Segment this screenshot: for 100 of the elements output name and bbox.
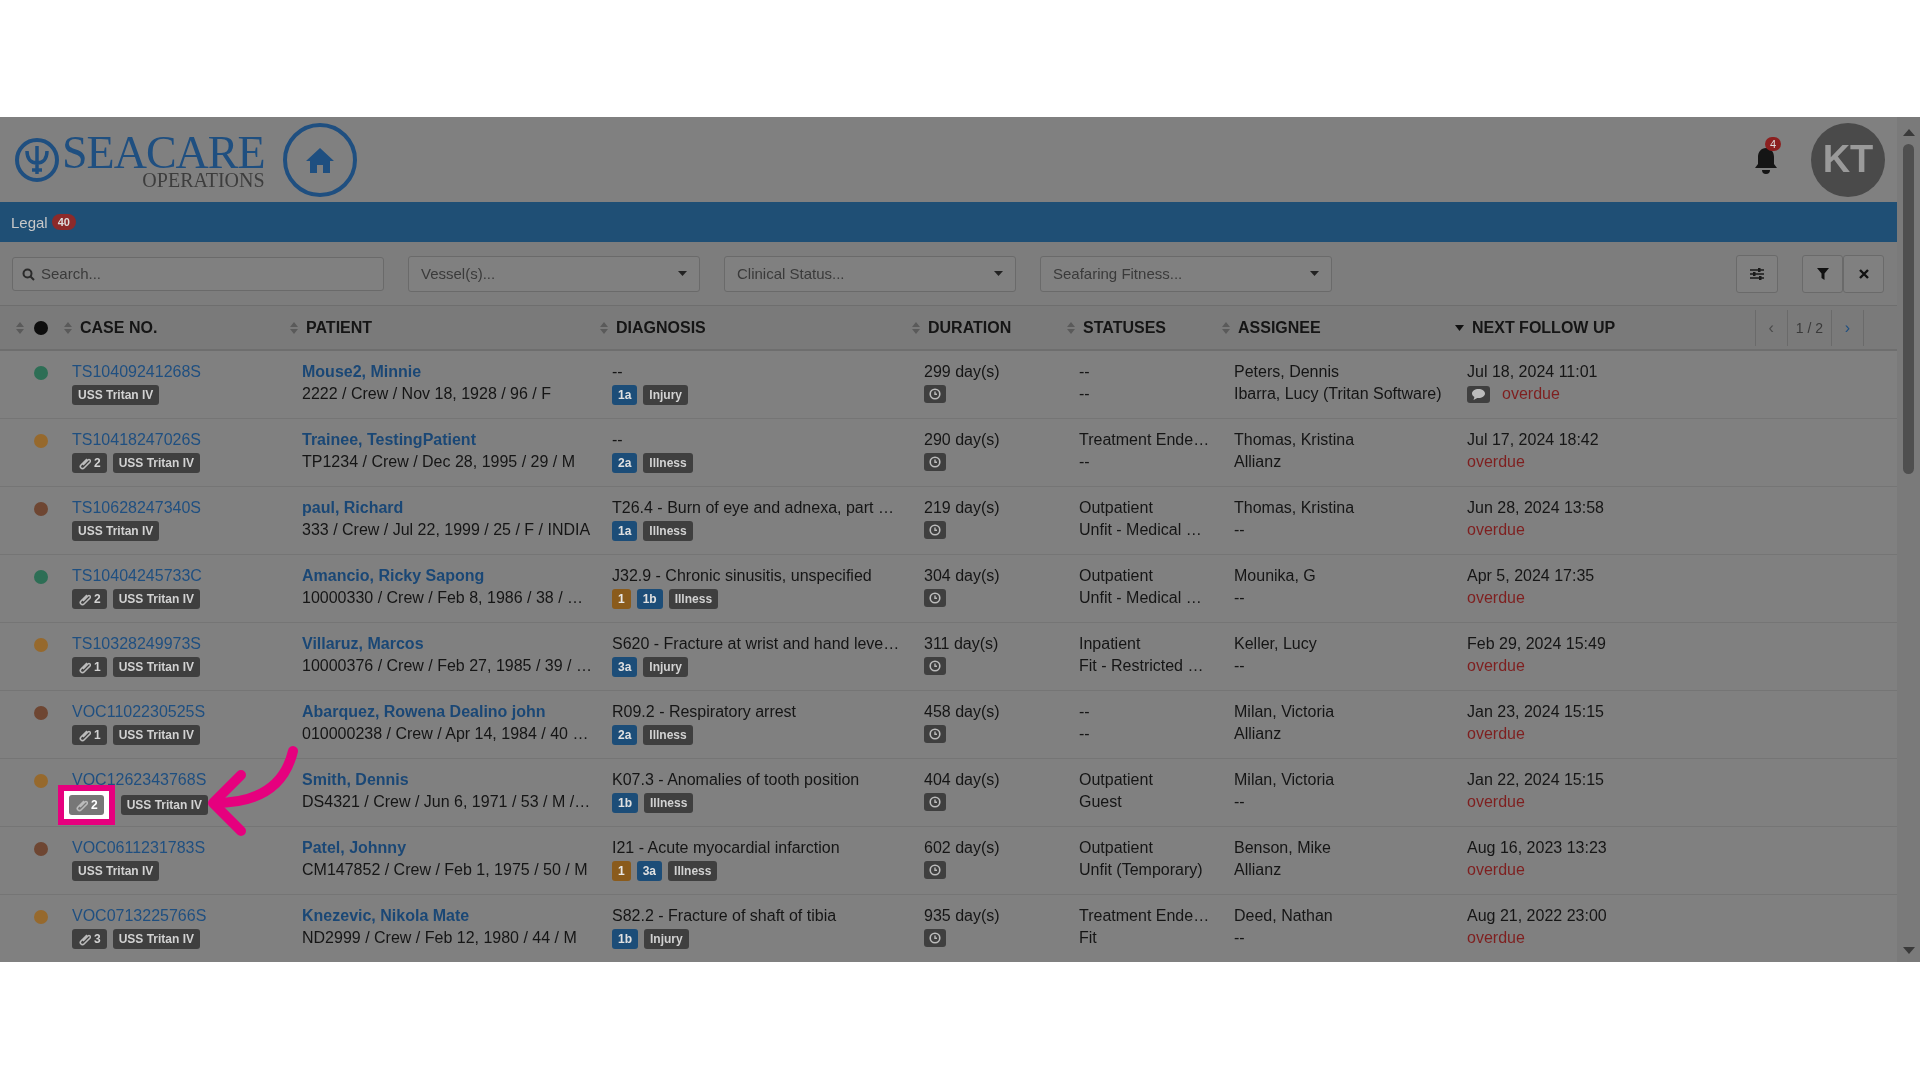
history-button[interactable] [924,793,946,811]
column-settings-button[interactable] [1736,254,1778,293]
paperclip-icon [75,798,88,812]
follow-up-date: Jun 28, 2024 13:58 [1467,499,1604,517]
clock-icon [929,524,941,536]
clinical-status: -- [1079,703,1090,721]
patient-name-link[interactable]: paul, Richard [302,499,404,517]
nav-link[interactable]: Legal [11,213,48,231]
diagnosis-text: J32.9 - Chronic sinusitis, unspecified [612,567,872,585]
history-button[interactable] [924,385,946,403]
patient-name-link[interactable]: Knezevic, Nikola Mate [302,907,470,925]
caret-icon [678,271,687,276]
category-tag: Injury [644,929,689,949]
attachment-count-badge[interactable]: 2 [72,453,107,473]
patient-name-link[interactable]: Mouse2, Minnie [302,363,422,381]
scrollbar[interactable] [1897,117,1920,962]
filter-dropdown[interactable]: Seafaring Fitness... [1040,255,1332,292]
overdue-label: overdue [1467,521,1525,539]
filter-dropdown[interactable]: Clinical Status... [724,255,1016,292]
attachment-count-badge[interactable]: 1 [72,725,107,745]
patient-name-link[interactable]: Amancio, Ricky Sapong [302,567,485,585]
case-number-link[interactable]: TS10404245733C [72,567,202,585]
follow-up-date: Aug 21, 2022 23:00 [1467,907,1607,925]
search-field[interactable]: Search... [12,256,384,291]
category-tag: Illness [643,521,693,541]
attachment-count-badge[interactable]: 3 [72,929,107,949]
history-button[interactable] [924,521,946,539]
comment-button[interactable] [1467,385,1490,403]
attachment-count-badge[interactable]: 1 [72,657,107,677]
assignee-name: Keller, Lucy [1234,635,1317,653]
clinical-status: Outpatient [1079,499,1153,517]
patient-name-link[interactable]: Trainee, TestingPatient [302,431,476,449]
clock-icon [929,660,941,672]
fitness-status: -- [1079,725,1090,743]
assignee-company: Allianz [1234,725,1282,743]
history-button[interactable] [924,657,946,675]
assignee-company: -- [1234,589,1245,607]
previous-page-button[interactable]: ‹ [1755,309,1788,346]
duration-text: 219 day(s) [924,499,1000,517]
patient-name-link[interactable]: Villaruz, Marcos [302,635,424,653]
column-header[interactable]: PATIENT [306,318,373,337]
column-header[interactable]: DIAGNOSIS [616,318,706,337]
column-header[interactable]: CASE NO. [80,318,158,337]
column-header[interactable]: DURATION [928,318,1012,337]
history-button[interactable] [924,929,946,947]
attachment-count-badge[interactable]: 2 [69,795,104,815]
caret-icon [994,271,1003,276]
case-number-link[interactable]: VOC1262343768S [72,771,207,789]
case-number-link[interactable]: TS10418247026S [72,431,201,449]
patient-details: 10000330 / Crew / Feb 8, 1986 / 38 / … [302,589,584,607]
follow-up-date: Feb 29, 2024 15:49 [1467,635,1606,653]
follow-up-date: Aug 16, 2023 13:23 [1467,839,1607,857]
history-button[interactable] [924,453,946,471]
attachment-count: 2 [91,798,98,812]
paperclip-icon [78,660,91,674]
fitness-status: -- [1079,453,1090,471]
paperclip-icon [78,592,91,606]
assignee-name: Thomas, Kristina [1234,431,1355,449]
filter-button[interactable] [1802,254,1843,293]
case-number-link[interactable]: TS10628247340S [72,499,201,517]
overdue-label: overdue [1467,861,1525,879]
case-number-link[interactable]: VOC1102230525S [72,703,206,721]
sort-icon [16,321,24,334]
clear-filters-button[interactable] [1843,254,1884,293]
diagnosis-text: -- [612,431,623,449]
patient-details: 10000376 / Crew / Feb 27, 1985 / 39 / … [302,657,592,675]
column-header[interactable]: NEXT FOLLOW UP [1472,318,1616,337]
case-number-link[interactable]: TS10328249973S [72,635,201,653]
overdue-label: overdue [1467,929,1525,947]
vessel-tag: USS Tritan IV [112,725,201,745]
paperclip-icon [78,456,91,470]
next-page-button[interactable]: › [1832,309,1864,346]
patient-name-link[interactable]: Patel, Johnny [302,839,407,857]
assignee-name: Deed, Nathan [1234,907,1333,925]
history-button[interactable] [924,861,946,879]
column-header[interactable]: ASSIGNEE [1238,318,1321,337]
clock-icon [929,796,941,808]
filter-dropdown[interactable]: Vessel(s)... [408,255,700,292]
case-number-link[interactable]: VOC0713225766S [72,907,207,925]
history-button[interactable] [924,589,946,607]
attachment-count-badge[interactable]: 2 [72,589,107,609]
patient-details: TP1234 / Crew / Dec 28, 1995 / 29 / M [302,453,576,471]
patient-name-link[interactable]: Abarquez, Rowena Dealino john [302,703,546,721]
assignee-company: -- [1234,521,1245,539]
class-tag: 1a [612,385,638,405]
speech-bubble-icon [1472,388,1485,400]
duration-text: 299 day(s) [924,363,1000,381]
patient-details: ND2999 / Crew / Feb 12, 1980 / 44 / M [302,929,577,947]
case-number-link[interactable]: TS10409241268S [72,363,201,381]
overdue-label: overdue [1467,589,1525,607]
duration-text: 602 day(s) [924,839,1000,857]
case-number-link[interactable]: VOC0611231783S [72,839,206,857]
assignee-name: Peters, Dennis [1234,363,1339,381]
caret-icon [1310,271,1319,276]
column-header[interactable]: STATUSES [1083,318,1166,337]
duration-text: 935 day(s) [924,907,1000,925]
patient-name-link[interactable]: Smith, Dennis [302,771,409,789]
history-button[interactable] [924,725,946,743]
trident-logo-icon [14,136,60,183]
user-avatar[interactable]: KT [1811,122,1885,197]
